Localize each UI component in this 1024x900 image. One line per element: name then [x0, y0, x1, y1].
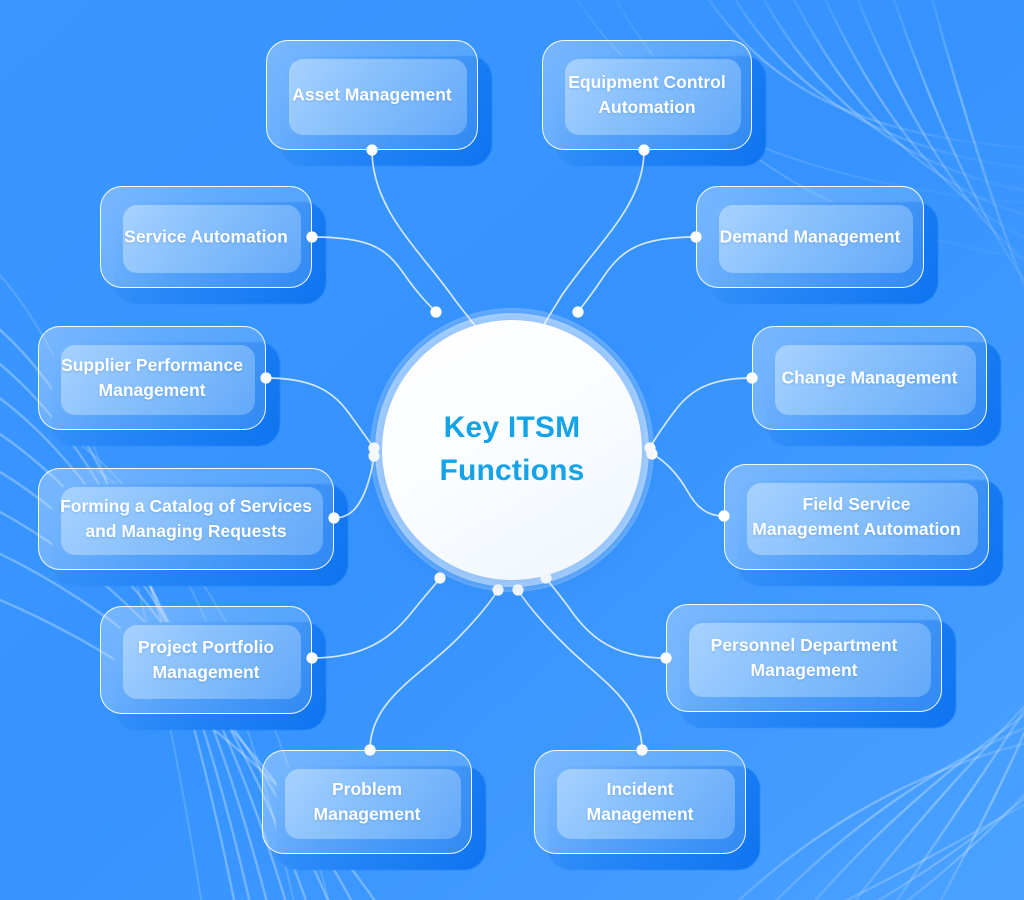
connector-field-service-management-automation: [651, 453, 725, 517]
connector-dot-hub: [572, 306, 584, 318]
connector-dot-node: [260, 372, 272, 384]
connector-change-management: [649, 377, 753, 449]
connector-supplier-performance-management: [265, 377, 375, 449]
connector-demand-management: [577, 236, 697, 313]
connector-service-automation: [311, 236, 437, 313]
connector-dot-node: [306, 231, 318, 243]
connector-dot-node: [306, 652, 318, 664]
connector-dot-node: [328, 512, 340, 524]
central-hub-disc: Key ITSM Functions: [382, 320, 642, 580]
connector-forming-a-catalog-of-services: [333, 455, 375, 519]
connector-equipment-control-automation: [537, 149, 645, 339]
connector-asset-management: [371, 149, 483, 339]
central-hub: Key ITSM Functions: [370, 308, 654, 592]
connector-dot-node: [636, 744, 648, 756]
connector-dot-node: [638, 144, 650, 156]
connector-dot-node: [690, 231, 702, 243]
infographic-canvas: Key ITSM Functions Asset Management Equip…: [0, 0, 1024, 900]
connector-personnel-department-management: [545, 577, 667, 659]
connector-dot-node: [718, 510, 730, 522]
connector-project-portfolio-management: [311, 577, 441, 659]
central-hub-title: Key ITSM Functions: [439, 411, 585, 487]
connector-dot-node: [364, 744, 376, 756]
connector-dot-hub: [430, 306, 442, 318]
connector-incident-management: [517, 589, 643, 751]
connector-dot-node: [366, 144, 378, 156]
connector-problem-management: [369, 589, 499, 751]
connector-dot-node: [660, 652, 672, 664]
connector-dot-node: [746, 372, 758, 384]
